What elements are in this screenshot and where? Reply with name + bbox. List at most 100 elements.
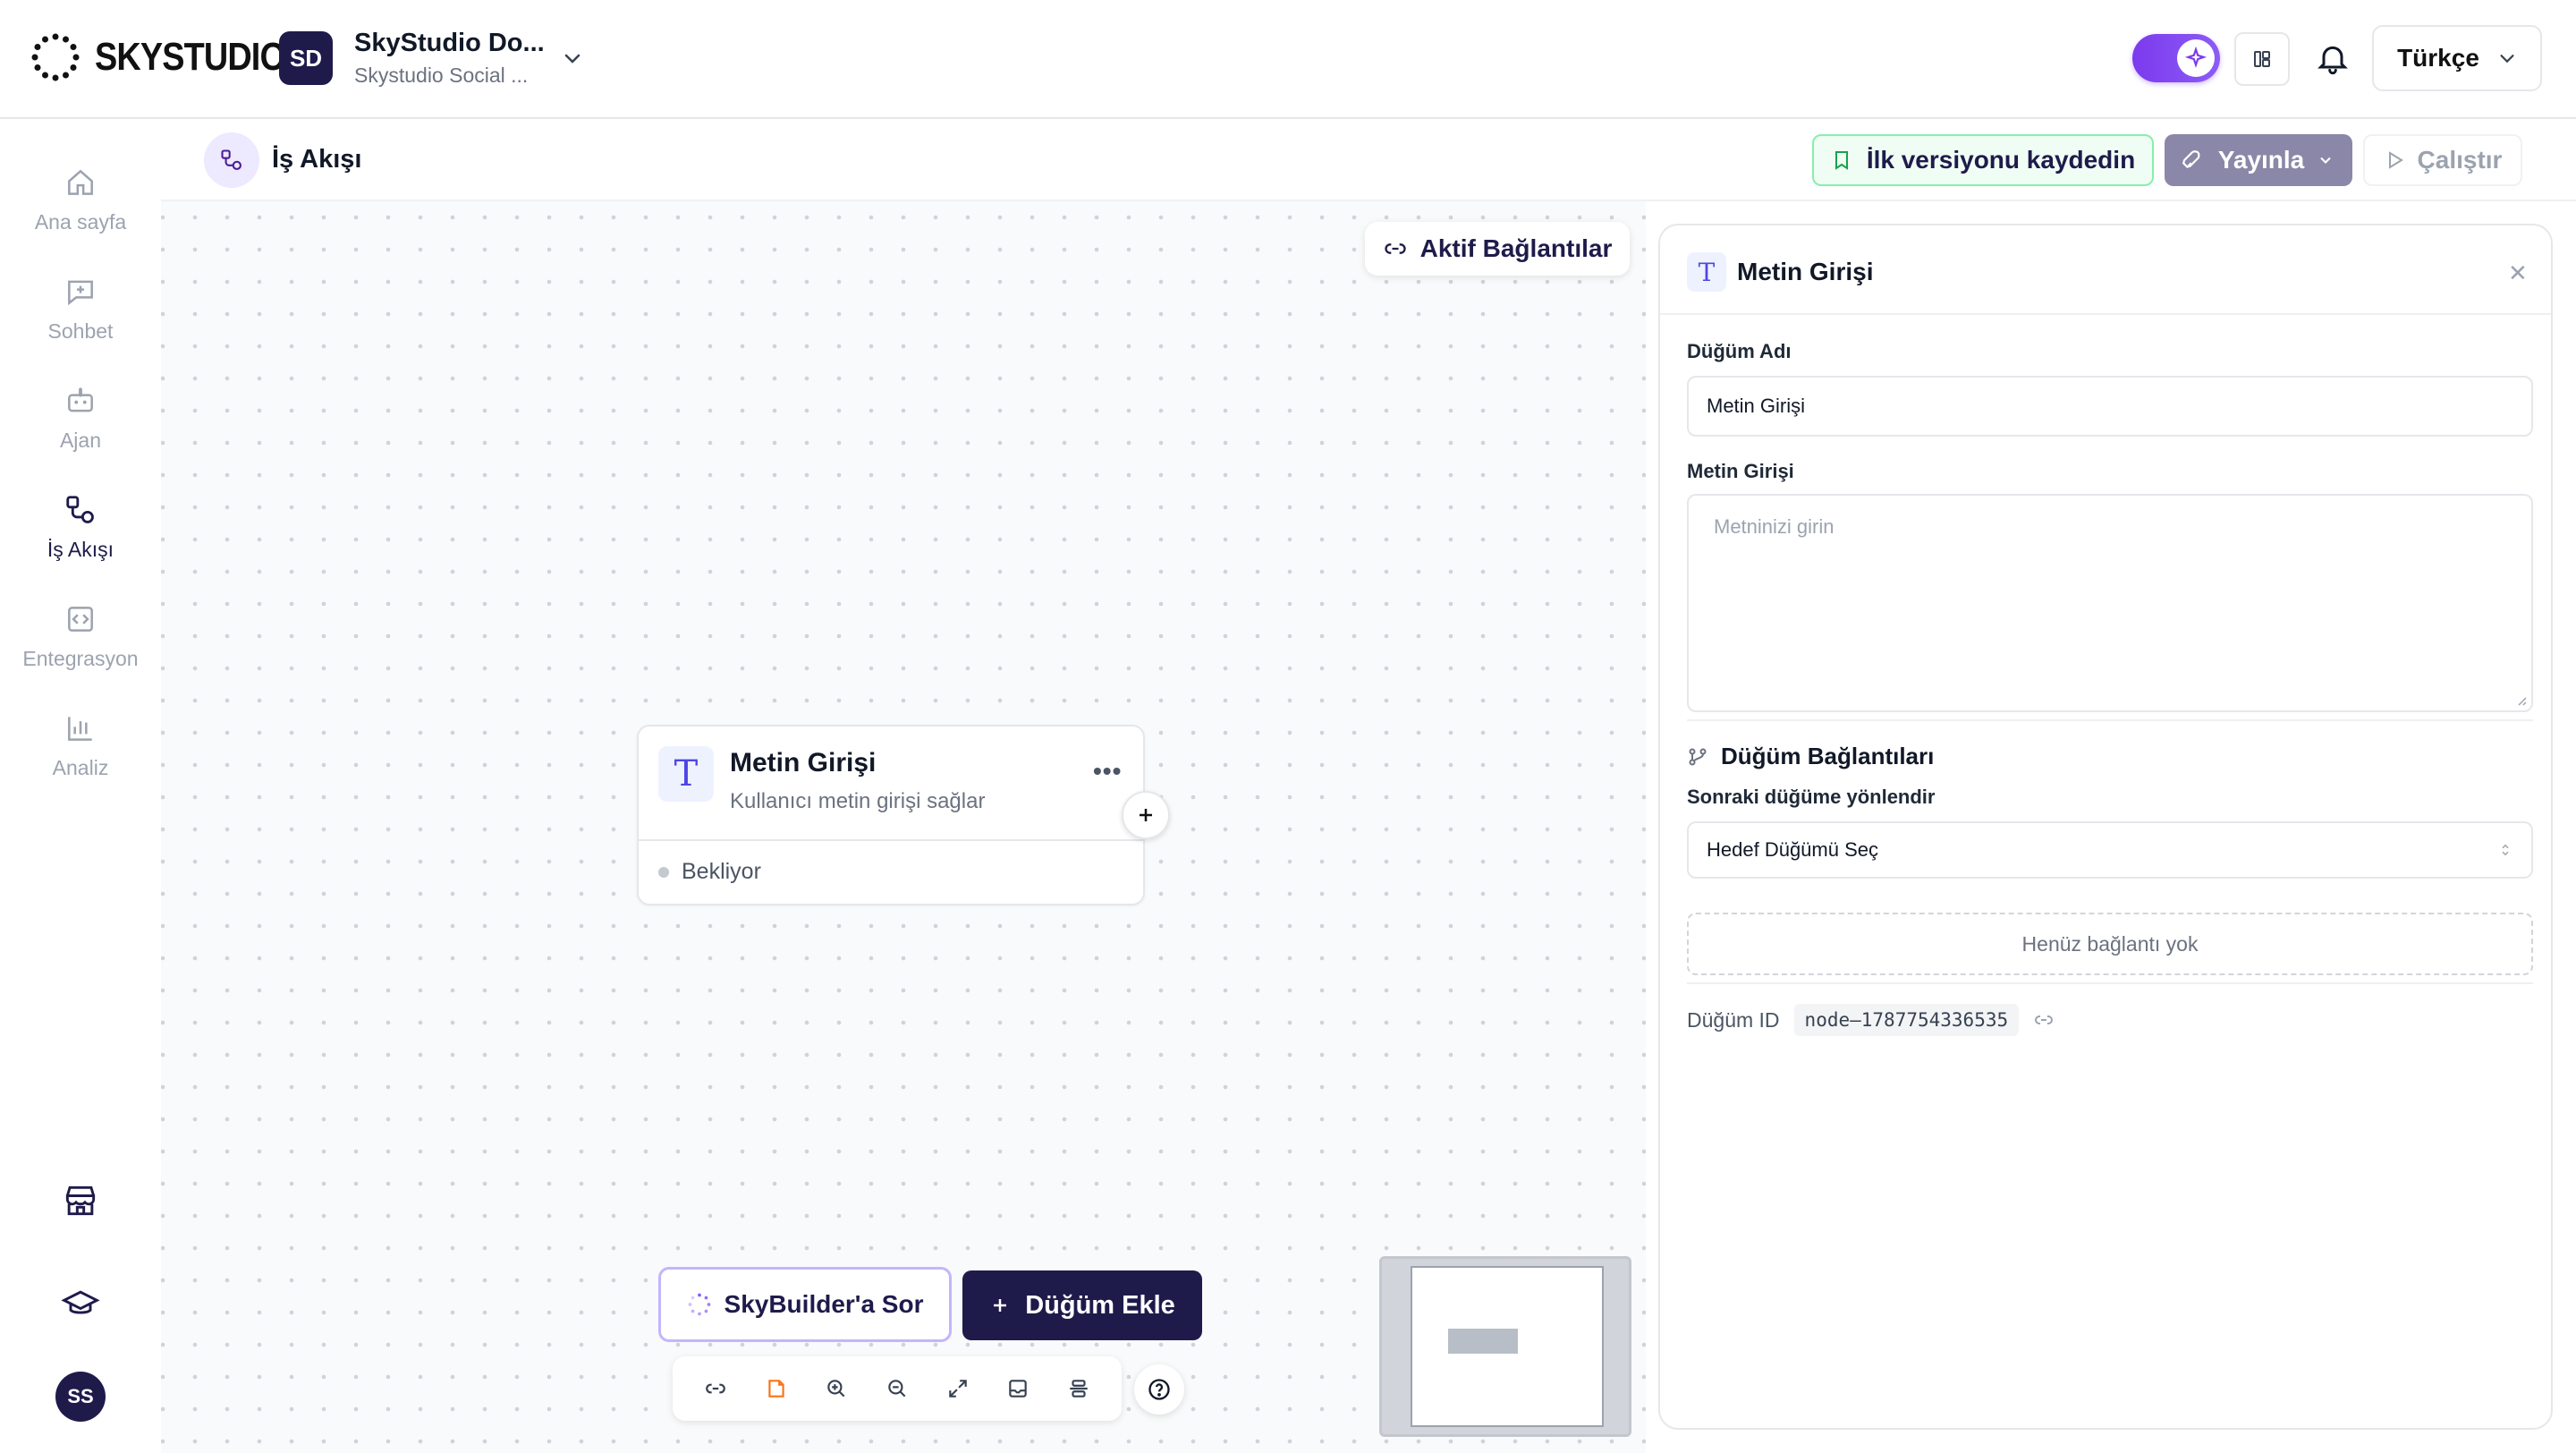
node-status: Bekliyor bbox=[658, 859, 761, 885]
zoom-out-icon[interactable] bbox=[886, 1377, 909, 1400]
connections-section-title: Düğüm Bağlantıları bbox=[1687, 743, 1934, 770]
ask-skybuilder-button[interactable]: SkyBuilder'a Sor bbox=[658, 1267, 952, 1342]
chevron-down-icon bbox=[2317, 151, 2334, 169]
node-id-value: node–1787754336535 bbox=[1793, 1004, 2020, 1036]
fit-view-icon[interactable] bbox=[946, 1377, 970, 1400]
screenshot-icon[interactable] bbox=[1006, 1377, 1030, 1400]
language-select[interactable]: Türkçe bbox=[2372, 25, 2542, 91]
sidebar-item-label: Analiz bbox=[52, 756, 109, 779]
save-version-button[interactable]: İlk versiyonu kaydedin bbox=[1812, 134, 2154, 186]
zoom-in-icon[interactable] bbox=[825, 1377, 848, 1400]
add-node-button[interactable]: Düğüm Ekle bbox=[962, 1270, 1202, 1340]
ai-mode-toggle[interactable] bbox=[2132, 34, 2220, 82]
sidebar: Ana sayfa Sohbet Ajan İş Akışı Entegrasy… bbox=[0, 121, 161, 1453]
notifications-button[interactable] bbox=[2315, 39, 2351, 77]
chevron-updown-icon bbox=[2497, 840, 2513, 860]
branch-icon bbox=[1687, 746, 1708, 768]
language-label: Türkçe bbox=[2397, 44, 2479, 72]
more-options-icon[interactable]: ••• bbox=[1093, 757, 1122, 786]
text-input-field[interactable]: Metninizi girin bbox=[1687, 494, 2533, 712]
chevron-down-icon bbox=[562, 47, 583, 69]
sidebar-item-home[interactable]: Ana sayfa bbox=[0, 166, 161, 234]
workflow-icon bbox=[64, 493, 97, 527]
active-connections-label: Aktif Bağlantılar bbox=[1419, 234, 1613, 262]
sidebar-item-workflow[interactable]: İş Akışı bbox=[0, 493, 161, 562]
text-icon: T bbox=[1687, 252, 1726, 292]
node-id-row: Düğüm ID node–1787754336535 bbox=[1687, 1004, 2055, 1036]
node-name-input[interactable]: Metin Girişi bbox=[1687, 376, 2533, 437]
play-icon bbox=[2384, 149, 2405, 171]
graduation-cap-icon[interactable] bbox=[61, 1284, 100, 1323]
resize-grip-icon[interactable] bbox=[2513, 693, 2528, 707]
code-icon bbox=[64, 602, 97, 636]
sidebar-item-label: Ajan bbox=[59, 429, 102, 452]
workspace-subtitle: Skystudio Social ... bbox=[354, 64, 529, 87]
brand-name: SKYSTUDIO bbox=[95, 35, 286, 79]
run-button[interactable]: Çalıştır bbox=[2363, 134, 2522, 186]
sidebar-item-chat[interactable]: Sohbet bbox=[0, 275, 161, 344]
status-dot bbox=[658, 866, 669, 878]
align-icon[interactable] bbox=[1067, 1377, 1090, 1400]
sparkle-icon bbox=[2177, 39, 2215, 77]
sidebar-item-label: Sohbet bbox=[47, 319, 114, 343]
close-icon[interactable]: ✕ bbox=[2508, 259, 2528, 287]
target-node-select[interactable]: Hedef Düğümü Seç bbox=[1687, 821, 2533, 879]
workspace-name: SkyStudio Do... bbox=[354, 29, 545, 57]
connections-title: Düğüm Bağlantıları bbox=[1721, 743, 1935, 769]
avatar[interactable]: SS bbox=[55, 1372, 106, 1422]
sidebar-item-analytics[interactable]: Analiz bbox=[0, 711, 161, 780]
minimap[interactable] bbox=[1379, 1256, 1631, 1437]
node-name-label: Düğüm Adı bbox=[1687, 340, 1792, 362]
divider bbox=[1660, 313, 2551, 315]
logo-icon bbox=[30, 32, 80, 82]
divider bbox=[639, 839, 1143, 841]
sidebar-item-label: İş Akışı bbox=[47, 538, 114, 561]
add-connection-button[interactable] bbox=[1122, 791, 1170, 839]
divider bbox=[1687, 982, 2533, 984]
link-icon[interactable] bbox=[704, 1377, 727, 1400]
page-title: İş Akışı bbox=[272, 145, 362, 174]
note-icon[interactable] bbox=[765, 1377, 788, 1400]
divider bbox=[1687, 719, 2533, 721]
bar-chart-icon bbox=[64, 711, 97, 745]
text-icon: T bbox=[658, 746, 714, 802]
node-id-label: Düğüm ID bbox=[1687, 1007, 1780, 1032]
brand-logo[interactable]: SKYSTUDIO bbox=[30, 32, 317, 82]
redirect-label: Sonraki düğüme yönlendir bbox=[1687, 786, 1936, 808]
bookmark-icon bbox=[1831, 149, 1852, 172]
copy-link-icon[interactable] bbox=[2033, 1009, 2055, 1031]
store-icon[interactable] bbox=[61, 1181, 100, 1220]
panel-title: Metin Girişi bbox=[1737, 258, 1874, 285]
node-status-label: Bekliyor bbox=[682, 859, 761, 884]
chat-plus-icon bbox=[64, 275, 97, 309]
node-title: Metin Girişi bbox=[730, 748, 877, 777]
workspace-badge: SD bbox=[279, 31, 333, 85]
text-input-placeholder: Metninizi girin bbox=[1714, 515, 1835, 538]
help-icon bbox=[1147, 1377, 1172, 1402]
sidebar-item-label: Entegrasyon bbox=[22, 647, 139, 670]
plus-icon bbox=[989, 1295, 1011, 1316]
plus-icon bbox=[1135, 804, 1157, 826]
active-connections-button[interactable]: Aktif Bağlantılar bbox=[1365, 222, 1630, 276]
publish-button[interactable]: Yayınla bbox=[2165, 134, 2352, 186]
workspace-switcher[interactable]: SD SkyStudio Do... Skystudio Social ... bbox=[279, 29, 583, 88]
canvas-controls bbox=[673, 1356, 1122, 1421]
add-node-label: Düğüm Ekle bbox=[1025, 1290, 1175, 1320]
publish-label: Yayınla bbox=[2217, 146, 2305, 174]
help-button[interactable] bbox=[1134, 1364, 1184, 1415]
sidebar-item-agent[interactable]: Ajan bbox=[0, 384, 161, 453]
home-icon bbox=[64, 166, 97, 200]
sidebar-item-integration[interactable]: Entegrasyon bbox=[0, 602, 161, 671]
spinner-icon bbox=[687, 1292, 712, 1317]
top-bar: SKYSTUDIO SD SkyStudio Do... Skystudio S… bbox=[0, 0, 2576, 119]
empty-connections: Henüz bağlantı yok bbox=[1687, 913, 2533, 975]
node-settings-panel: T Metin Girişi ✕ Düğüm Adı Metin Girişi … bbox=[1658, 224, 2553, 1430]
sidebar-item-label: Ana sayfa bbox=[34, 210, 127, 234]
bell-icon bbox=[2315, 39, 2351, 77]
layout-toggle-button[interactable] bbox=[2234, 32, 2290, 86]
run-label: Çalıştır bbox=[2417, 146, 2503, 174]
workflow-node[interactable]: T Metin Girişi Kullanıcı metin girişi sa… bbox=[637, 725, 1145, 905]
text-input-label: Metin Girişi bbox=[1687, 460, 1794, 482]
minimap-node bbox=[1448, 1329, 1518, 1354]
bot-icon bbox=[64, 384, 97, 418]
